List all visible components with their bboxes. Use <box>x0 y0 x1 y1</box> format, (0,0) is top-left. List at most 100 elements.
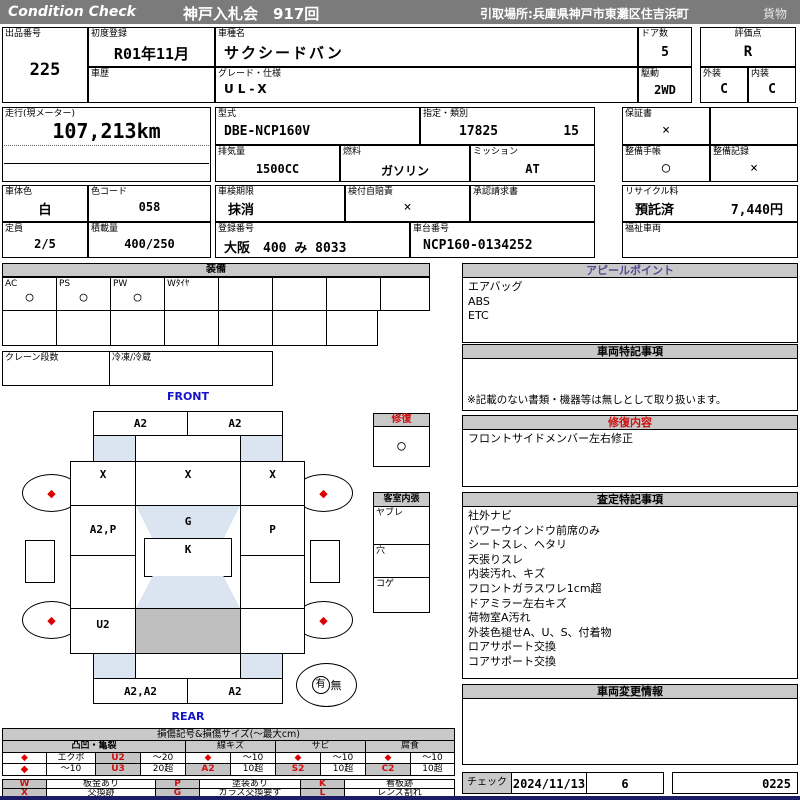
model-name-value: サクシードバン <box>224 44 344 62</box>
equipment-cell-8 <box>380 277 430 311</box>
repair-detail-body: フロントサイドメンバー左右修正 <box>462 429 798 487</box>
left-rear-quarter-panel: U2 <box>70 608 136 654</box>
cabin-lining-hole-cell: 穴 <box>373 544 430 578</box>
appeal-line: ETC <box>468 309 489 323</box>
maintenance-record-label: 整備記録 <box>713 147 750 157</box>
front-right-fender-damage: X <box>269 468 276 481</box>
rear-bumper-left-damage: A2,A2 <box>123 685 158 698</box>
equipment-mark-ps: ○ <box>79 290 88 305</box>
warranty-label: 保証書 <box>625 109 653 119</box>
displacement-box: 排気量 1500CC <box>215 145 340 182</box>
repair-flag-header: 修復 <box>373 413 430 427</box>
left-front-door-panel: A2,P <box>70 505 136 556</box>
diagram-front-label: FRONT <box>166 390 210 403</box>
score-box: 評価点 R <box>700 27 796 67</box>
assessment-line: 外装色褪せA、U、S、付着物 <box>468 625 612 639</box>
lot-number-label: 出品番号 <box>5 29 42 39</box>
assessment-line: ロアサポート交換 <box>468 640 556 654</box>
rear-bumper-left-panel: A2,A2 <box>93 678 188 704</box>
doors-box: ドア数 5 <box>638 27 692 67</box>
first-registration-label: 初度登録 <box>91 29 128 39</box>
class-label: 指定・類別 <box>423 109 469 119</box>
recycle-fee-label: リサイクル料 <box>625 187 679 197</box>
model-code-value: DBE-NCP160V <box>224 124 311 139</box>
crane-label: クレーン段数 <box>5 353 59 363</box>
assessment-line: 社外ナビ <box>468 509 512 522</box>
hood-panel: X <box>135 461 241 506</box>
drive-value: 2WD <box>654 83 676 97</box>
left-rear-door-panel <box>70 555 136 609</box>
recycle-fee-box: リサイクル料 預託済 7,440円 <box>622 185 798 222</box>
mileage-value: 107,213km <box>52 119 161 143</box>
class-value-1: 17825 <box>459 124 499 139</box>
appeal-body: エアバッグ ABS ETC <box>462 277 798 343</box>
condition-check-logo: Condition Check <box>8 4 136 20</box>
rear-right-light <box>240 653 283 679</box>
cabin-lining-burn-cell: コゲ <box>373 577 430 613</box>
wheel-mark-icon: ◆ <box>319 486 328 500</box>
vin-value: NCP160-0134252 <box>423 238 533 253</box>
right-rear-quarter-panel <box>240 608 305 654</box>
vehicle-notes-body: ※記載のない書類・機器等は無しとして取り扱います。 <box>462 358 798 411</box>
assessment-line: ドアミラー左右キズ <box>468 596 567 610</box>
auction-title: 神戸入札会 917回 <box>183 5 320 23</box>
rear-bumper-right-damage: A2 <box>228 685 242 698</box>
right-side-step <box>310 540 340 583</box>
color-code-label: 色コード <box>91 187 128 197</box>
cabin-lining-burn-label: コゲ <box>376 579 395 589</box>
capacity-value: 2/5 <box>34 237 56 251</box>
repair-flag-body: ○ <box>373 426 430 467</box>
load-capacity-label: 積載量 <box>91 224 119 234</box>
bottom-accent-bar <box>0 796 800 800</box>
maintenance-book-value: ○ <box>661 160 671 176</box>
cabin-lining-tear-label: ヤブレ <box>376 508 404 518</box>
displacement-value: 1500CC <box>255 162 300 176</box>
assessment-line: 荷物室A汚れ <box>468 611 531 625</box>
warranty-box: 保証書 × <box>622 107 710 145</box>
rear-gate <box>135 653 241 679</box>
maintenance-record-box: 整備記録 × <box>710 145 798 182</box>
vehicle-notes-header: 車両特記事項 <box>462 344 798 359</box>
legend-code-a2: A2 <box>185 763 231 776</box>
sheet-number-cell: 0225 <box>672 772 798 794</box>
cabin-lining-hole-label: 穴 <box>376 546 386 556</box>
roof-panel: K <box>144 538 232 577</box>
equipment-label-ac: AC <box>5 279 18 289</box>
front-grille <box>135 435 241 462</box>
cabin-lining-tear-cell: ヤブレ <box>373 506 430 545</box>
interior-score-box: 内装 C <box>748 67 796 103</box>
front-left-fender-damage: X <box>99 468 107 481</box>
top-header-bar: Condition Check 神戸入札会 917回 引取場所:兵庫県神戸市東灘… <box>0 0 800 24</box>
fuel-label: 燃料 <box>343 147 362 157</box>
spare-tire-indicator: 有 無 <box>296 663 357 707</box>
warranty-empty-box <box>710 107 798 145</box>
left-side-step <box>25 540 55 583</box>
interior-score-label: 内装 <box>751 69 770 79</box>
check-label-cell: チェック <box>462 772 512 794</box>
model-name-box: 車種名 サクシードバン <box>215 27 638 67</box>
exterior-score-value: C <box>720 82 728 97</box>
front-left-fender-panel: X <box>70 461 136 506</box>
insurance-value: × <box>403 200 412 215</box>
equipment-label-pw: PW <box>113 279 128 289</box>
front-right-light <box>240 435 283 462</box>
capacity-box: 定員 2/5 <box>2 222 88 258</box>
front-bumper-right-panel: A2 <box>187 411 283 436</box>
cargo-area-panel <box>135 608 241 654</box>
exterior-score-box: 外装 C <box>700 67 748 103</box>
fridge-box: 冷凍/冷蔵 <box>109 351 273 386</box>
mileage-label: 走行(現メーター) <box>5 109 76 119</box>
front-right-fender-panel: X <box>240 461 305 506</box>
welfare-box: 福祉車両 <box>622 222 798 258</box>
warranty-value: × <box>662 123 670 138</box>
plate-value: 大阪 400 み 8033 <box>224 241 347 256</box>
mileage-divider-solid <box>4 163 209 164</box>
class-box: 指定・類別 17825 15 <box>420 107 595 145</box>
equipment-cell-5 <box>218 277 273 311</box>
maintenance-record-value: × <box>750 161 758 176</box>
insurance-label: 検付自賠責 <box>348 187 394 197</box>
hood-damage: X <box>184 468 192 481</box>
maintenance-book-box: 整備手帳 ○ <box>622 145 710 182</box>
check-date-value: 2024/11/13 <box>512 777 586 791</box>
load-capacity-box: 積載量 400/250 <box>88 222 211 258</box>
